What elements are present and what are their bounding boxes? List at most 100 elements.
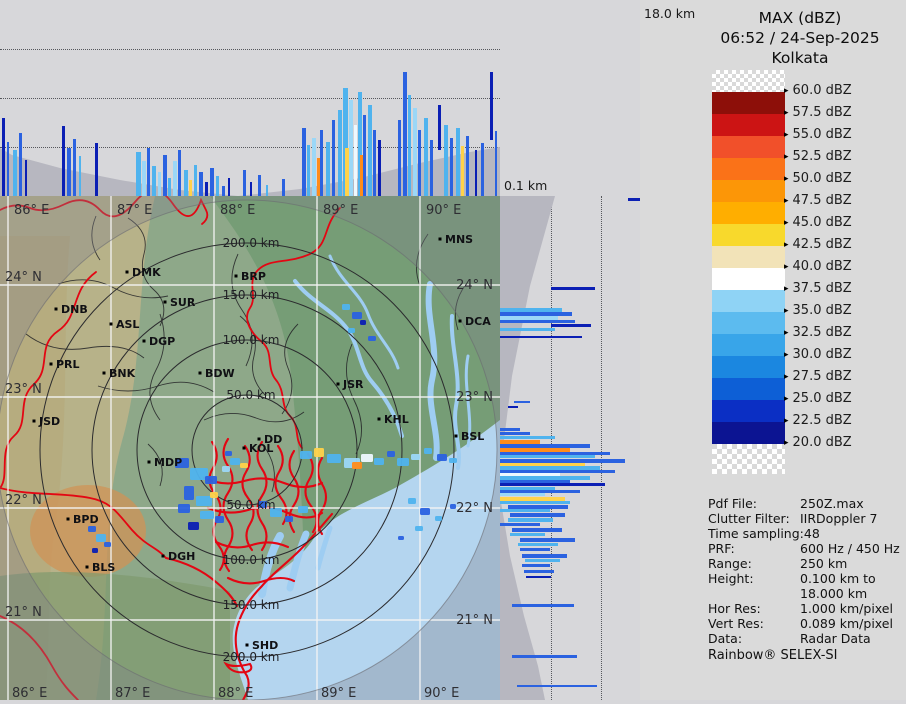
- station-dot: [198, 371, 202, 375]
- legend-tick: ▸ 22.5 dBZ: [784, 413, 852, 429]
- range-ring-label: 150.0 km: [223, 288, 280, 302]
- min-height-label: 0.1 km: [504, 178, 548, 193]
- echo-bar: [500, 455, 595, 458]
- echo-bar: [67, 148, 71, 196]
- echo-bar: [163, 155, 167, 196]
- station-dot: [438, 237, 442, 241]
- legend-tick-label: 22.5 dBZ: [792, 413, 852, 428]
- station-dot: [125, 270, 129, 274]
- echo-bar: [250, 182, 252, 196]
- echo-bar: [628, 198, 640, 201]
- echo-blob: [88, 526, 96, 532]
- echo-blob: [196, 496, 212, 506]
- longitude-label: 87° E: [115, 686, 150, 700]
- metadata-label: Hor Res:: [708, 601, 761, 616]
- color-swatch: [712, 356, 785, 378]
- echo-blob: [188, 522, 199, 530]
- echo-bar: [522, 554, 567, 558]
- echo-blob: [408, 498, 416, 504]
- echo-bar: [525, 559, 560, 562]
- tick-arrow-icon: ▸: [784, 438, 789, 448]
- echo-bar: [62, 126, 65, 196]
- latitude-label: 24° N: [456, 278, 493, 293]
- tick-arrow-icon: ▸: [784, 240, 789, 250]
- longitude-label: 89° E: [321, 686, 356, 700]
- metadata-value: 250Z.max: [800, 496, 864, 511]
- right-profile-bars: [500, 196, 640, 700]
- echo-bar: [444, 125, 448, 196]
- color-swatch: [712, 136, 785, 158]
- legend-tick: ▸ 25.0 dBZ: [784, 391, 852, 407]
- echo-blob: [361, 454, 373, 462]
- echo-bar: [199, 172, 203, 196]
- echo-bar: [424, 118, 428, 196]
- echo-blob: [230, 458, 240, 465]
- latitude-label: 23° N: [456, 390, 493, 405]
- echo-blob: [215, 516, 224, 523]
- color-swatch: [712, 246, 785, 268]
- product-title: MAX (dBZ): [758, 9, 842, 27]
- legend-tick: ▸ 32.5 dBZ: [784, 325, 852, 341]
- station-label: JSR: [342, 378, 364, 391]
- echo-blob: [437, 454, 447, 461]
- station-label: BLS: [92, 561, 115, 574]
- echo-bar: [168, 178, 171, 196]
- color-swatch: [712, 70, 785, 92]
- tick-arrow-icon: ▸: [784, 130, 789, 140]
- radar-map: DMK BRP MNS DNB SUR DCA ASL DGP PRL BNK BDW JSR JSD K…: [0, 189, 500, 702]
- metadata-label: Range:: [708, 556, 752, 571]
- echo-blob: [435, 516, 442, 521]
- echo-bar: [222, 186, 225, 196]
- echo-bar: [500, 436, 555, 439]
- latitude-label: 22° N: [5, 493, 42, 508]
- station-label: KHL: [384, 413, 409, 426]
- station-dot: [54, 307, 58, 311]
- color-swatch: [712, 180, 785, 202]
- echo-bar: [510, 533, 545, 536]
- legend-tick-label: 32.5 dBZ: [792, 325, 852, 340]
- echo-bar: [403, 72, 407, 196]
- echo-bar: [282, 179, 285, 196]
- legend-panel: MAX (dBZ) 06:52 / 24-Sep-2025 Kolkata ▸ 6…: [640, 0, 906, 700]
- metadata-label: Clutter Filter:: [708, 511, 790, 526]
- echo-blob: [374, 458, 384, 465]
- legend-tick-label: 57.5 dBZ: [792, 105, 852, 120]
- echo-bar: [466, 136, 469, 196]
- product-station: Kolkata: [771, 49, 829, 67]
- color-swatch: [712, 444, 785, 474]
- station-dot: [234, 274, 238, 278]
- station-label: BSL: [461, 430, 484, 443]
- echo-bar: [2, 118, 5, 196]
- echo-bar: [363, 115, 366, 196]
- metadata-value: 18.000 km: [800, 586, 868, 601]
- color-swatch: [712, 114, 785, 136]
- echo-blob: [420, 508, 430, 515]
- longitude-label: 90° E: [426, 203, 461, 218]
- legend-tick-label: 47.5 dBZ: [792, 193, 852, 208]
- echo-blob: [398, 536, 404, 540]
- echo-bar: [332, 120, 335, 196]
- echo-bar: [456, 128, 460, 196]
- longitude-label: 88° E: [218, 686, 253, 700]
- metadata-label: Height:: [708, 571, 754, 586]
- range-ring-label: 150.0 km: [223, 598, 280, 612]
- echo-bar: [500, 509, 550, 512]
- echo-bar: [500, 320, 575, 323]
- range-ring-label: 50.0 km: [226, 498, 275, 512]
- echo-bar: [25, 160, 27, 196]
- echo-blob: [415, 526, 423, 531]
- echo-bar: [136, 152, 141, 196]
- echo-bar: [461, 146, 464, 196]
- station-label: BPD: [73, 513, 99, 526]
- legend-tick-label: 60.0 dBZ: [792, 83, 852, 98]
- echo-bar: [500, 501, 570, 504]
- tick-arrow-icon: ▸: [784, 86, 789, 96]
- station-label: JSD: [38, 415, 60, 428]
- echo-bar: [302, 128, 306, 196]
- longitude-label: 88° E: [220, 203, 255, 218]
- station-dot: [377, 417, 381, 421]
- echo-blob: [449, 458, 457, 463]
- echo-bar: [495, 131, 497, 196]
- color-swatch: [712, 422, 785, 444]
- tick-arrow-icon: ▸: [784, 196, 789, 206]
